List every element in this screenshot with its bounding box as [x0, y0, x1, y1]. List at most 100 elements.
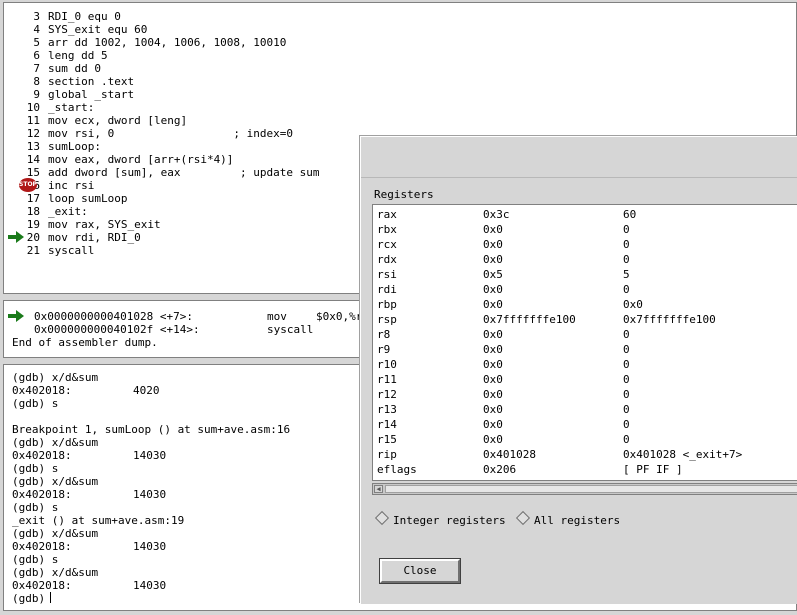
- source-code: syscall: [48, 244, 95, 257]
- console-line: (gdb) x/d&sum: [12, 475, 98, 488]
- source-code: leng dd 5: [48, 49, 108, 62]
- line-number: 12: [26, 127, 40, 140]
- console-text: (gdb) s: [12, 462, 59, 475]
- source-code: sumLoop:: [48, 140, 101, 153]
- scrollbar-thumb[interactable]: [385, 485, 797, 493]
- register-row[interactable]: rdi 0x0 0: [377, 282, 797, 297]
- source-line[interactable]: 6 leng dd 5: [4, 49, 794, 62]
- source-code: add dword [sum], eax ; update sum: [48, 166, 320, 179]
- console-line: (gdb) x/d&sum: [12, 566, 98, 579]
- register-row[interactable]: r15 0x0 0: [377, 432, 797, 447]
- register-row[interactable]: rip 0x401028 0x401028 <_exit+7>: [377, 447, 797, 462]
- register-row[interactable]: r12 0x0 0: [377, 387, 797, 402]
- line-number: 19: [26, 218, 40, 231]
- register-row[interactable]: r11 0x0 0: [377, 372, 797, 387]
- console-text: (gdb) s: [12, 553, 59, 566]
- register-hex-value: 0x0: [483, 328, 503, 341]
- register-row[interactable]: r14 0x0 0: [377, 417, 797, 432]
- prompt-text: (gdb): [12, 592, 46, 605]
- line-number: 7: [33, 62, 40, 75]
- register-row[interactable]: rbx 0x0 0: [377, 222, 797, 237]
- source-code: mov eax, dword [arr+(rsi*4)]: [48, 153, 234, 166]
- source-line[interactable]: 10 _start:: [4, 101, 794, 114]
- register-row[interactable]: rbp 0x0 0x0: [377, 297, 797, 312]
- source-line[interactable]: 5 arr dd 1002, 1004, 1006, 1008, 10010: [4, 36, 794, 49]
- console-value: 14030: [133, 449, 167, 462]
- register-name: rdx: [377, 253, 397, 266]
- console-line: 0x402018: 14030: [12, 540, 166, 553]
- console-value: 14030: [133, 488, 167, 501]
- register-row[interactable]: r10 0x0 0: [377, 357, 797, 372]
- register-name: rax: [377, 208, 397, 221]
- source-line[interactable]: 7 sum dd 0: [4, 62, 794, 75]
- register-name: r11: [377, 373, 397, 386]
- register-hex-value: 0x0: [483, 403, 503, 416]
- register-name: r15: [377, 433, 397, 446]
- console-prompt[interactable]: (gdb): [12, 592, 52, 605]
- register-name: r10: [377, 358, 397, 371]
- console-line: Breakpoint 1, sumLoop () at sum+ave.asm:…: [12, 423, 290, 436]
- register-row[interactable]: r9 0x0 0: [377, 342, 797, 357]
- console-text: 0x402018:: [12, 488, 72, 501]
- register-row[interactable]: eflags 0x206 [ PF IF ]: [377, 462, 797, 477]
- register-hex-value: 0x0: [483, 433, 503, 446]
- registers-dialog: Registers rax 0x3c 60 rbx 0x0 0 rcx 0x0 0 rdx 0x0 0…: [360, 136, 797, 604]
- register-natural-value: 0: [623, 253, 630, 266]
- register-natural-value: 0: [623, 343, 630, 356]
- line-number: 11: [26, 114, 40, 127]
- source-code: _start:: [48, 101, 95, 114]
- source-line[interactable]: 11 mov ecx, dword [leng]: [4, 114, 794, 127]
- source-line[interactable]: 4 SYS_exit equ 60: [4, 23, 794, 36]
- register-natural-value: 0: [623, 223, 630, 236]
- dialog-titlebar[interactable]: [361, 137, 797, 178]
- line-number: 14: [26, 153, 40, 166]
- register-row[interactable]: r13 0x0 0: [377, 402, 797, 417]
- close-button[interactable]: Close: [379, 558, 461, 584]
- source-code: global _start: [48, 88, 135, 101]
- register-natural-value: 5: [623, 268, 630, 281]
- line-number: 13: [26, 140, 40, 153]
- line-number: 3: [33, 10, 40, 23]
- source-code: loop sumLoop: [48, 192, 128, 205]
- register-hex-value: 0x0: [483, 418, 503, 431]
- scroll-left-arrow-icon[interactable]: ◀: [374, 485, 383, 493]
- stop-sign-icon[interactable]: STOP: [19, 178, 37, 192]
- source-code: mov rax, SYS_exit: [48, 218, 161, 231]
- register-row[interactable]: rcx 0x0 0: [377, 237, 797, 252]
- register-name: rsp: [377, 313, 397, 326]
- source-line[interactable]: 3 RDI_0 equ 0: [4, 10, 794, 23]
- register-row[interactable]: r8 0x0 0: [377, 327, 797, 342]
- line-number: 5: [33, 36, 40, 49]
- integer-registers-radio[interactable]: Integer registers: [374, 510, 506, 527]
- line-number: 8: [33, 75, 40, 88]
- radio-label: Integer registers: [393, 514, 506, 527]
- horizontal-scrollbar[interactable]: ◀: [372, 483, 797, 495]
- register-row[interactable]: rsi 0x5 5: [377, 267, 797, 282]
- register-hex-value: 0x0: [483, 373, 503, 386]
- console-line: (gdb) x/d&sum: [12, 527, 98, 540]
- source-line[interactable]: 8 section .text: [4, 75, 794, 88]
- source-code: mov rdi, RDI_0: [48, 231, 141, 244]
- register-name: rbx: [377, 223, 397, 236]
- source-line[interactable]: 9 global _start: [4, 88, 794, 101]
- console-text: (gdb) s: [12, 501, 59, 514]
- register-row[interactable]: rax 0x3c 60: [377, 207, 797, 222]
- console-line: (gdb) s: [12, 397, 58, 410]
- register-hex-value: 0x0: [483, 283, 503, 296]
- register-hex-value: 0x3c: [483, 208, 510, 221]
- register-row[interactable]: rdx 0x0 0: [377, 252, 797, 267]
- console-line: (gdb) s: [12, 501, 58, 514]
- all-registers-radio[interactable]: All registers: [515, 510, 620, 527]
- registers-table[interactable]: rax 0x3c 60 rbx 0x0 0 rcx 0x0 0 rdx 0x0 0 rsi 0x5 5 rdi…: [372, 204, 797, 481]
- register-natural-value: 0: [623, 238, 630, 251]
- source-code: mov rsi, 0 ; index=0: [48, 127, 294, 140]
- console-line: (gdb) s: [12, 462, 58, 475]
- register-hex-value: 0x401028: [483, 448, 536, 461]
- register-row[interactable]: rsp 0x7fffffffe100 0x7fffffffe100: [377, 312, 797, 327]
- register-hex-value: 0x0: [483, 223, 503, 236]
- asm-opcode: mov: [267, 310, 287, 323]
- source-code: arr dd 1002, 1004, 1006, 1008, 10010: [48, 36, 287, 49]
- console-text: (gdb) x/d&sum: [12, 436, 99, 449]
- register-hex-value: 0x0: [483, 253, 503, 266]
- source-code: inc rsi: [48, 179, 95, 192]
